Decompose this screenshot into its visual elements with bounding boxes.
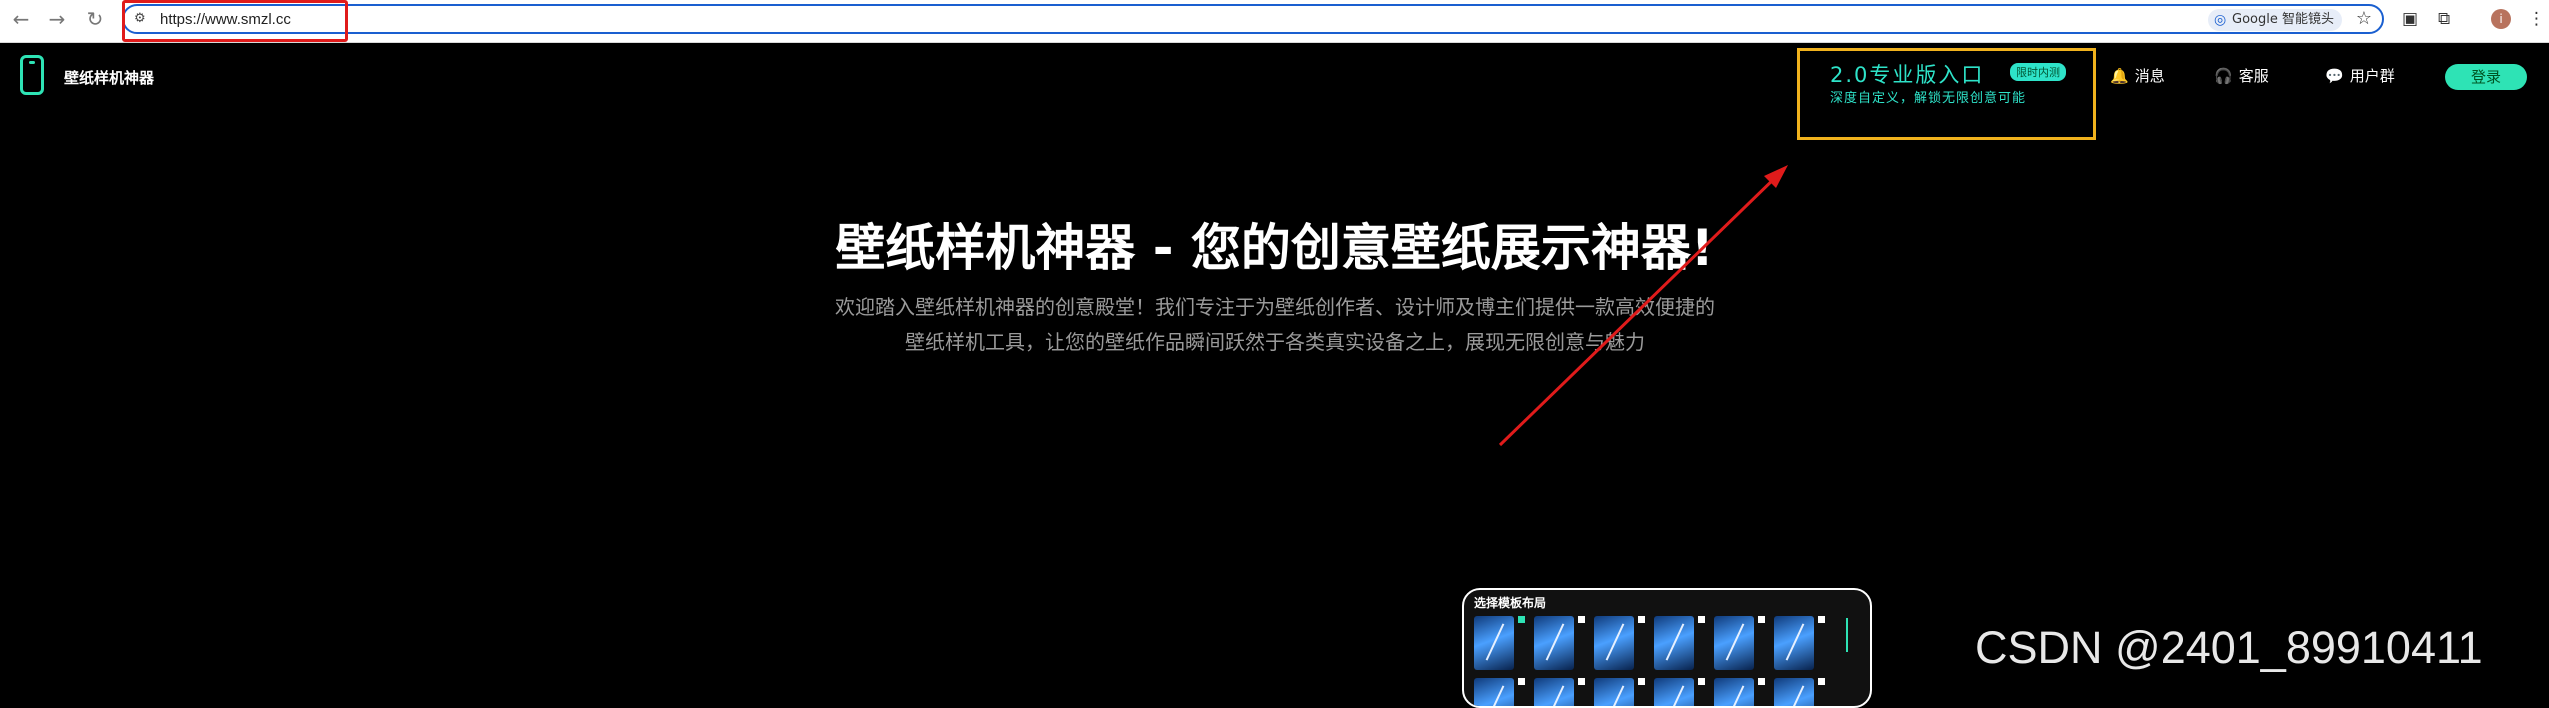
template-thumbnail[interactable] — [1594, 616, 1634, 670]
checkbox[interactable] — [1758, 616, 1765, 623]
checkbox[interactable] — [1818, 678, 1825, 685]
template-thumbnail[interactable] — [1534, 616, 1574, 670]
template-thumbnail[interactable] — [1714, 678, 1754, 706]
template-panel-title: 选择模板布局 — [1474, 596, 1547, 610]
template-thumbnail[interactable] — [1594, 678, 1634, 706]
checkbox[interactable] — [1578, 678, 1585, 685]
annotation-arrow — [1498, 165, 1788, 447]
template-thumbnail[interactable] — [1474, 616, 1514, 670]
checkbox[interactable] — [1698, 678, 1705, 685]
template-thumbnail[interactable] — [1534, 678, 1574, 706]
checkbox[interactable] — [1698, 616, 1705, 623]
watermark: CSDN @2401_89910411 — [1975, 622, 2483, 673]
checkbox[interactable] — [1638, 678, 1645, 685]
template-thumbnail[interactable] — [1654, 616, 1694, 670]
scrollbar[interactable] — [1846, 618, 1848, 652]
checkbox[interactable] — [1758, 678, 1765, 685]
checkbox[interactable] — [1518, 678, 1525, 685]
template-thumbnail[interactable] — [1714, 616, 1754, 670]
template-thumbnail[interactable] — [1774, 678, 1814, 706]
checkbox[interactable] — [1578, 616, 1585, 623]
template-thumbnail[interactable] — [1474, 678, 1514, 706]
template-thumbnail[interactable] — [1774, 616, 1814, 670]
checkbox[interactable] — [1818, 616, 1825, 623]
template-layout-panel: 选择模板布局 — [1462, 588, 1872, 708]
template-thumbnail[interactable] — [1654, 678, 1694, 706]
checkbox[interactable] — [1518, 616, 1525, 623]
checkbox[interactable] — [1638, 616, 1645, 623]
